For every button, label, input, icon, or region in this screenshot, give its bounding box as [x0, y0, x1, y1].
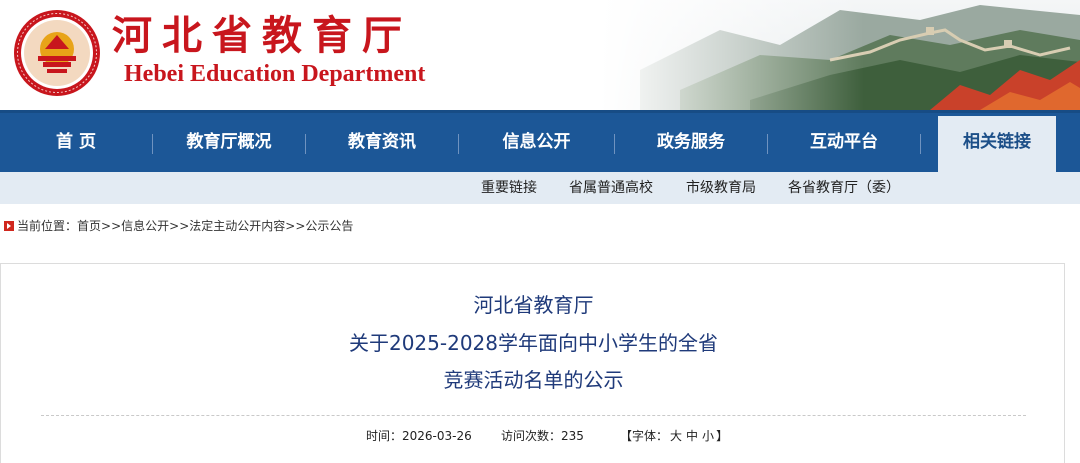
breadcrumb-separator: >> — [101, 219, 122, 233]
main-nav: 首 页 教育厅概况 教育资讯 信息公开 政务服务 互动平台 相关链接 — [0, 110, 1080, 172]
font-size-large-button[interactable]: 大 — [670, 429, 682, 443]
publish-time-value: 2026-03-26 — [402, 429, 472, 443]
article-title-line-1: 河北省教育厅 — [473, 293, 594, 317]
article-title-line-2: 关于2025-2028学年面向中小学生的全省 — [348, 331, 718, 355]
subnav-item-provincial-universities[interactable]: 省属普通高校 — [569, 172, 653, 204]
nav-item-interaction[interactable]: 互动平台 — [768, 113, 920, 172]
breadcrumb-home[interactable]: 首页 — [77, 219, 101, 233]
publish-time: 时间：2026-03-26 — [366, 425, 472, 447]
site-title-en: Hebei Education Department — [124, 61, 426, 87]
article-meta: 时间：2026-03-26 访问次数：235 【字体：大中小】 — [1, 425, 1080, 447]
article-panel: 河北省教育厅 关于2025-2028学年面向中小学生的全省 竞赛活动名单的公示 … — [0, 263, 1065, 463]
subnav-item-provincial-departments[interactable]: 各省教育厅（委） — [788, 172, 900, 204]
font-size-small-button[interactable]: 小 — [702, 429, 714, 443]
education-department-emblem-icon[interactable] — [13, 9, 101, 97]
breadcrumb-announcements[interactable]: 公示公告 — [305, 219, 353, 233]
breadcrumb-statutory-content[interactable]: 法定主动公开内容 — [189, 219, 285, 233]
font-size-close-bracket: 】 — [716, 429, 729, 443]
site-title-cn: 河北省教育厅 — [112, 12, 412, 59]
subnav-item-city-bureaus[interactable]: 市级教育局 — [686, 172, 756, 204]
breadcrumb-prefix: 当前位置： — [17, 219, 78, 233]
article-divider — [41, 415, 1026, 416]
visit-count-value: 235 — [561, 429, 584, 443]
font-size-switcher: 【字体：大中小】 — [620, 425, 728, 447]
nav-item-info-disclosure[interactable]: 信息公开 — [459, 113, 614, 172]
nav-item-gov-services[interactable]: 政务服务 — [615, 113, 767, 172]
font-size-medium-button[interactable]: 中 — [686, 429, 698, 443]
breadcrumb: 当前位置：首页>>信息公开>>法定主动公开内容>>公示公告 — [4, 216, 353, 236]
nav-item-related-links[interactable]: 相关链接 — [938, 116, 1056, 172]
article-title-line-3: 竞赛活动名单的公示 — [443, 368, 624, 392]
breadcrumb-separator: >> — [285, 219, 306, 233]
nav-item-overview[interactable]: 教育厅概况 — [153, 113, 305, 172]
great-wall-banner — [600, 0, 1080, 110]
subnav-item-important-links[interactable]: 重要链接 — [481, 172, 537, 204]
visit-count: 访问次数：235 — [501, 425, 584, 447]
sub-nav: 重要链接 省属普通高校 市级教育局 各省教育厅（委） — [0, 172, 1080, 204]
nav-divider — [920, 134, 921, 154]
site-header: 河北省教育厅 Hebei Education Department — [0, 0, 1080, 110]
visit-count-label: 访问次数： — [501, 429, 562, 443]
nav-item-news[interactable]: 教育资讯 — [306, 113, 458, 172]
breadcrumb-separator: >> — [169, 219, 190, 233]
location-arrow-icon — [4, 221, 14, 231]
nav-item-home[interactable]: 首 页 — [0, 113, 152, 172]
publish-time-label: 时间： — [366, 429, 403, 443]
font-size-label: 【字体： — [620, 429, 669, 443]
breadcrumb-info-disclosure[interactable]: 信息公开 — [121, 219, 169, 233]
